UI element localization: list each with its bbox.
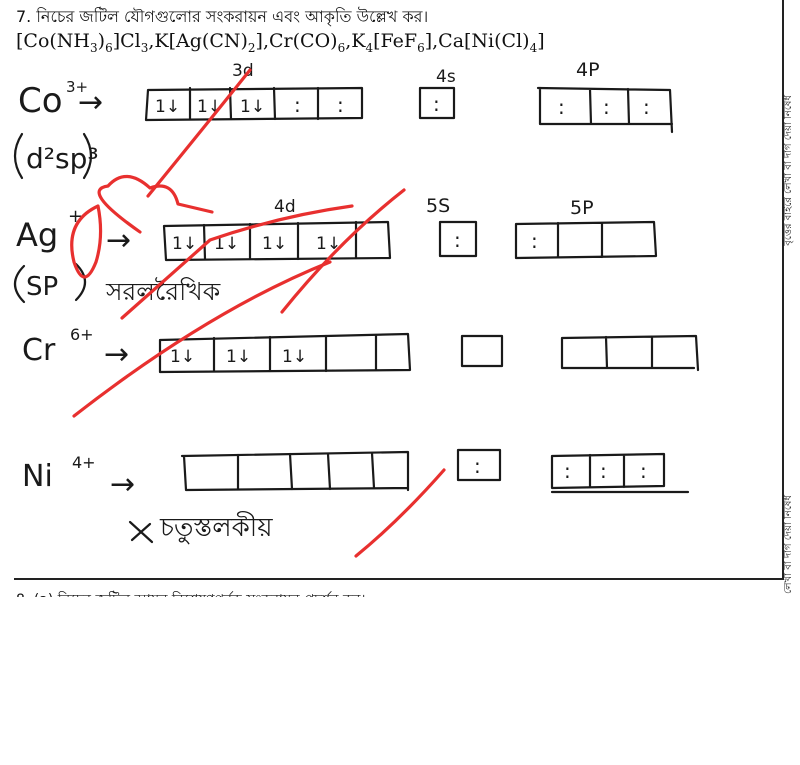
ag-4d-box-3: 1↓ <box>262 234 287 254</box>
ag-5s-label: 5S <box>426 195 450 217</box>
ag-4d-box-1: 1↓ <box>172 234 197 254</box>
ni-ion-label: Ni <box>22 459 53 494</box>
co-4s-label: 4s <box>436 67 456 87</box>
ag-5s-box-text: : <box>454 228 461 252</box>
ni-4p-box-1: : <box>564 459 571 483</box>
ni-4p-boxes <box>550 452 690 494</box>
handwritten-answer: Co 3+ → 3d 4s 4P 1↓ 1↓ 1↓ : : : : : : d²… <box>13 59 700 558</box>
co-4p-box-1: : <box>558 95 565 119</box>
co-ion-label: Co <box>18 81 63 121</box>
ag-5p-box-1: : <box>531 229 538 253</box>
co-hybridization: d²sp³ <box>26 142 99 175</box>
ni-4p-box-2: : <box>600 459 607 483</box>
cr-4p-boxes <box>560 334 700 372</box>
co-row: Co 3+ → 3d 4s 4P 1↓ 1↓ 1↓ : : : : : : d²… <box>13 59 674 180</box>
cr-3d-box-1: 1↓ <box>170 347 195 367</box>
ni-3d-box-dividers <box>236 451 376 491</box>
ni-shape: চতুস্তলকীয় <box>159 511 273 544</box>
ni-4p-box-3: : <box>640 459 647 483</box>
red-tick-bottom <box>354 468 446 558</box>
answer-sheet: 7. নিচের জটিল যৌগগুলোর সংকরায়ন এবং আকৃত… <box>0 0 800 765</box>
co-4p-label: 4P <box>576 59 600 81</box>
co-3d-box-1: 1↓ <box>155 97 180 117</box>
cr-ion-label: Cr <box>22 333 56 368</box>
ni-arrow: → <box>110 467 135 502</box>
ag-arrow: → <box>106 223 131 258</box>
cr-3d-box-3: 1↓ <box>282 347 307 367</box>
ni-charge: 4+ <box>72 453 96 472</box>
cr-charge: 6+ <box>70 325 94 344</box>
ag-4d-label: 4d <box>274 197 296 217</box>
ni-row: Ni 4+ → : : : : চতুস্তলকীয় <box>22 448 690 544</box>
co-arrow: → <box>78 85 103 120</box>
cr-3d-box-2: 1↓ <box>226 347 251 367</box>
co-3d-box-3: 1↓ <box>240 97 265 117</box>
cr-4s-box <box>460 334 504 368</box>
co-3d-box-4: : <box>294 93 301 117</box>
ni-bullet-mark <box>128 520 154 544</box>
co-4p-box-2: : <box>603 95 610 119</box>
ag-5p-label: 5P <box>570 197 594 219</box>
ni-4s-box-text: : <box>474 454 481 478</box>
co-4p-box-3: : <box>643 95 650 119</box>
cr-arrow: → <box>104 337 129 372</box>
co-3d-box-5: : <box>337 93 344 117</box>
ag-hybridization: SP <box>26 272 58 302</box>
ag-ion-label: Ag <box>16 216 58 254</box>
cr-row: Cr 6+ → 1↓ 1↓ 1↓ <box>22 325 700 374</box>
co-4s-box-text: : <box>433 92 440 116</box>
